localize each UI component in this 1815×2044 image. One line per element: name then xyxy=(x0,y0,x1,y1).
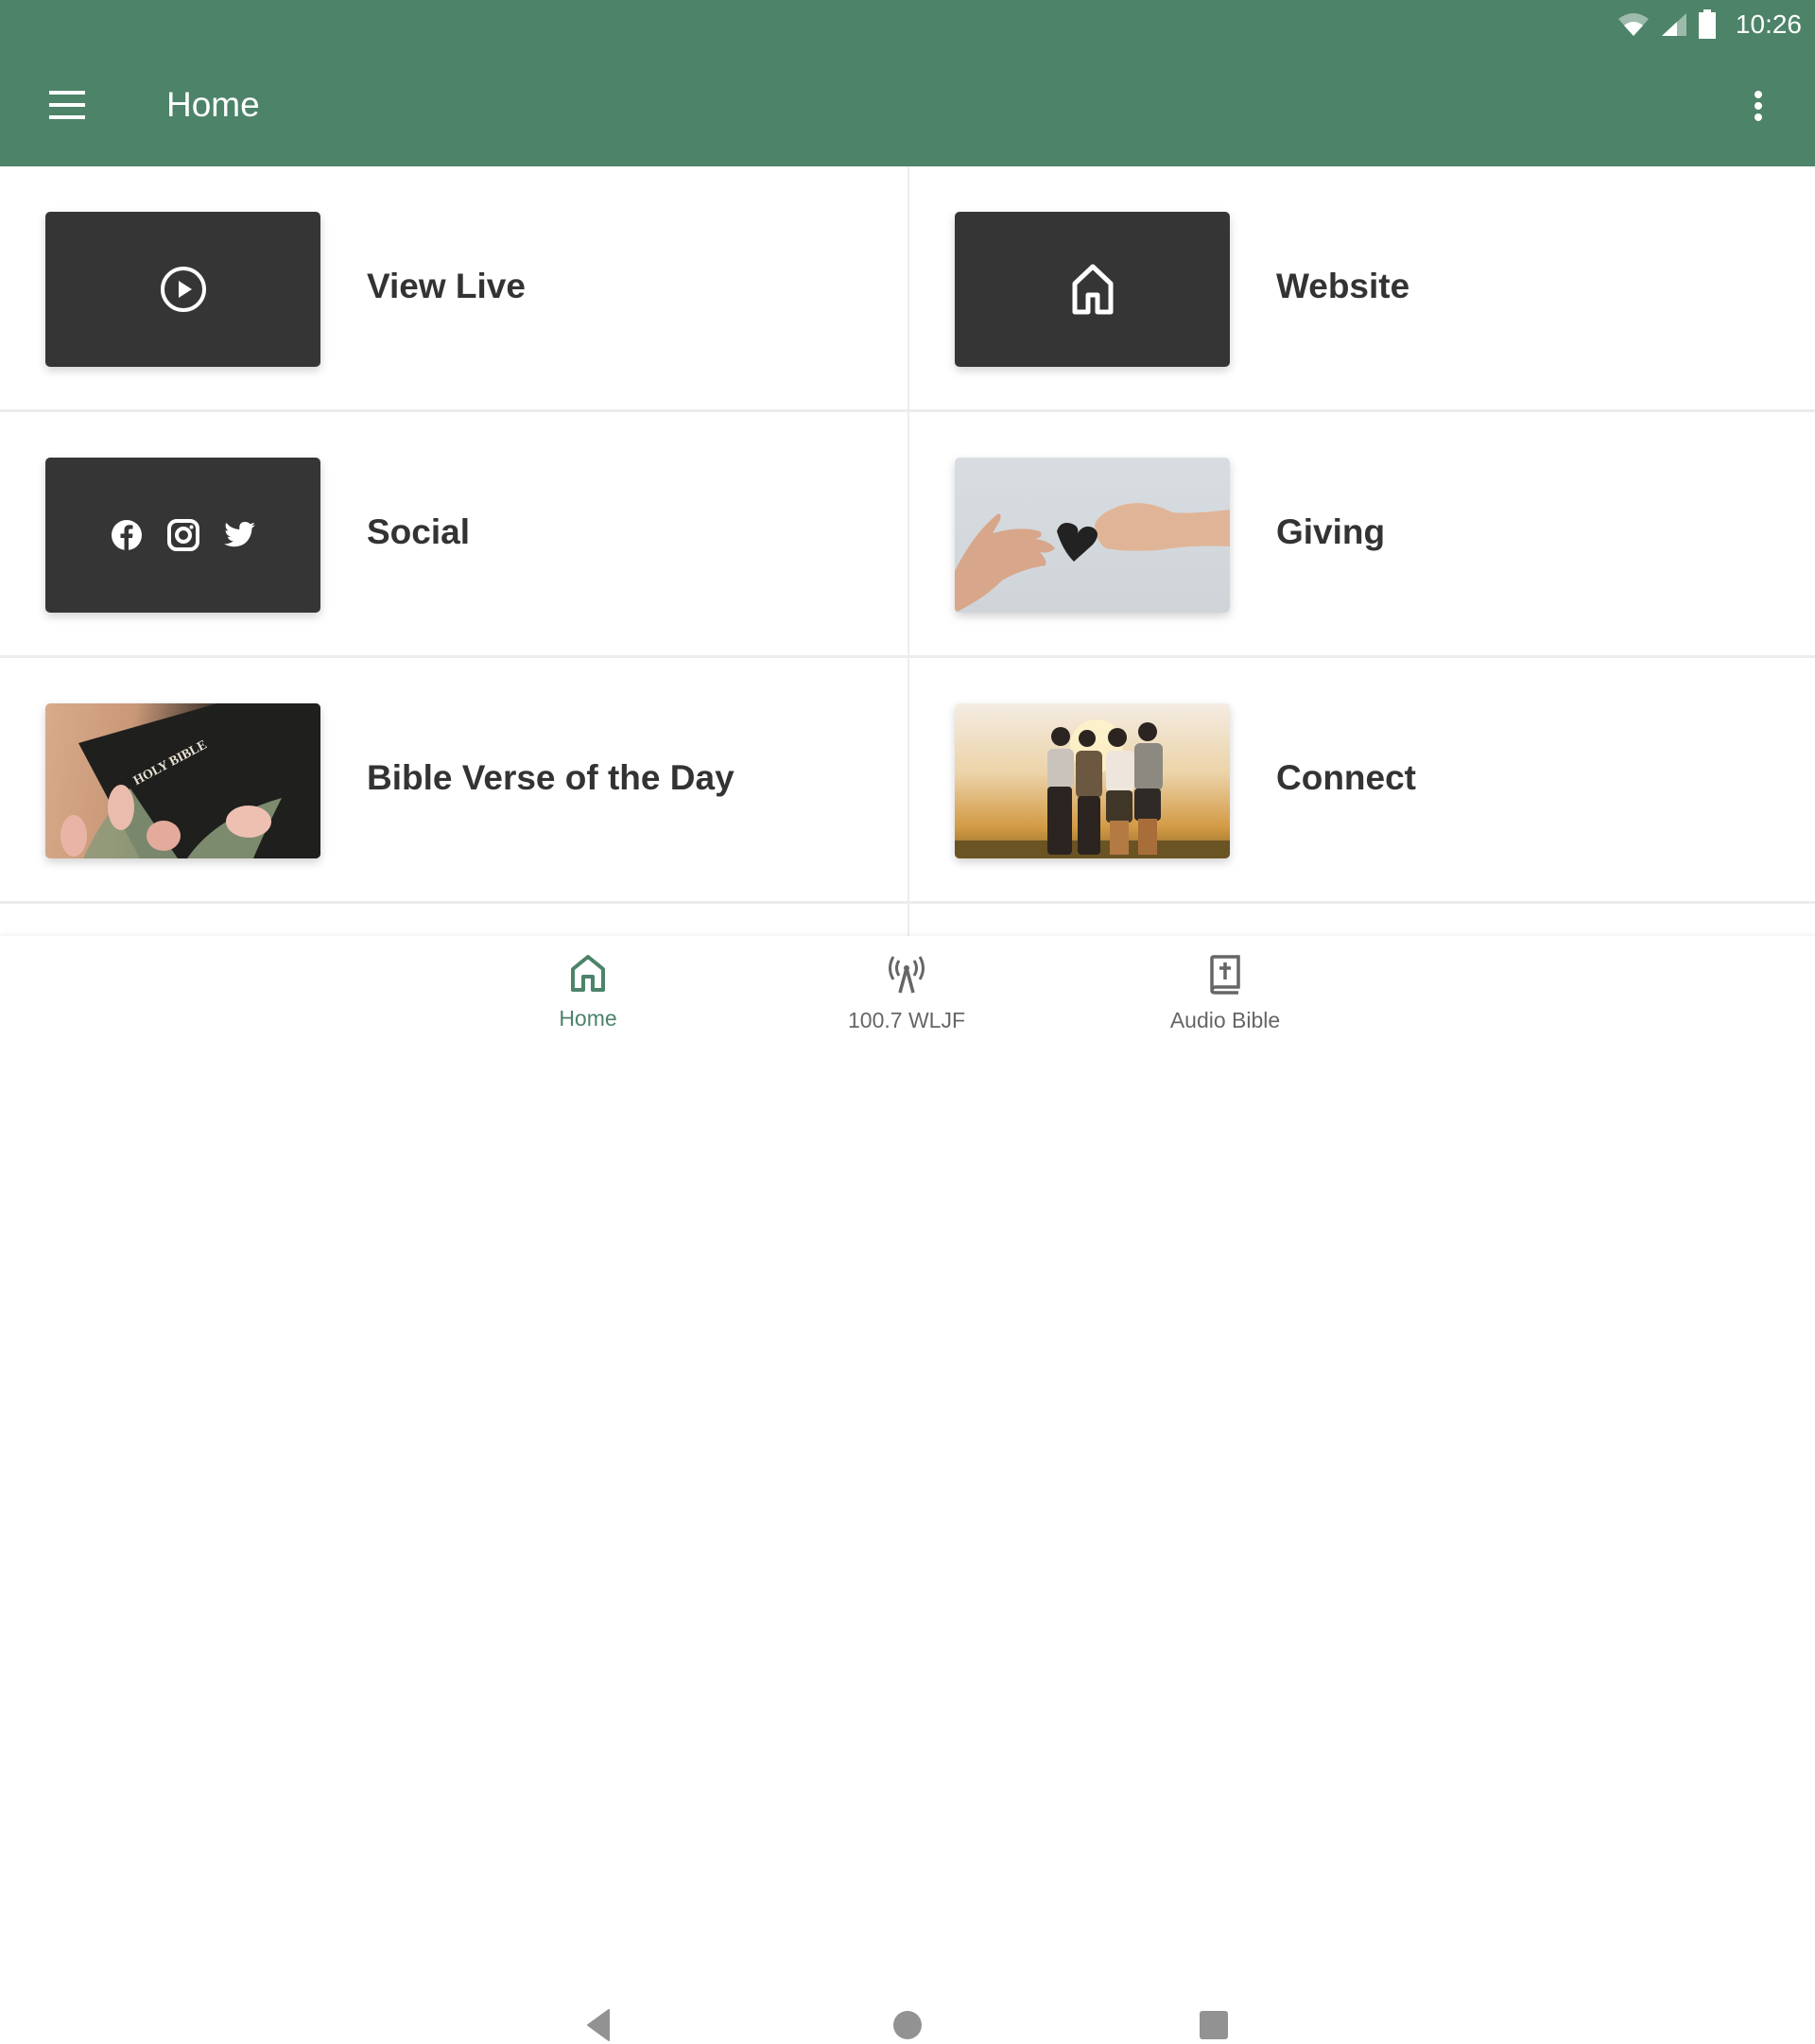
bible-photo: HOLY BIBLE xyxy=(45,703,320,858)
nav-label: 100.7 WLJF xyxy=(848,1008,965,1032)
more-vertical-icon[interactable] xyxy=(1747,89,1770,123)
back-icon[interactable] xyxy=(580,2006,618,2044)
friends-sunset-image xyxy=(955,719,1230,858)
nav-audio-bible[interactable]: Audio Bible xyxy=(1112,936,1339,1042)
hands-heart-image xyxy=(955,503,1230,613)
tile-label: Bible Verse of the Day xyxy=(367,758,735,797)
home-outline-icon xyxy=(1072,264,1113,315)
tile-grid: View Live Website Social Giving HOLY BIB… xyxy=(0,166,1815,936)
tile-label: Connect xyxy=(1276,758,1416,797)
facebook-icon xyxy=(111,520,142,551)
tile-label: Social xyxy=(367,512,470,551)
battery-icon xyxy=(1698,9,1716,39)
nav-radio[interactable]: 100.7 WLJF xyxy=(793,936,1020,1042)
home-icon xyxy=(571,955,605,992)
bottom-navigation: Home 100.7 WLJF Audio Bible xyxy=(0,936,1815,2041)
tile-website[interactable]: Website xyxy=(909,166,1815,410)
tile-label: Giving xyxy=(1276,512,1386,551)
recents-icon[interactable] xyxy=(1195,2006,1233,2044)
nav-home[interactable]: Home xyxy=(475,936,701,1042)
status-bar: 10:26 xyxy=(1616,6,1802,43)
tile-bible-verse[interactable]: HOLY BIBLE Bible Verse of the Day xyxy=(0,658,906,902)
tile-label: Website xyxy=(1276,267,1410,305)
tile-social[interactable]: Social xyxy=(0,412,906,656)
hamburger-menu-icon[interactable] xyxy=(49,91,87,119)
tile-view-live[interactable]: View Live xyxy=(0,166,906,410)
wifi-icon xyxy=(1617,13,1649,36)
tile-giving[interactable]: Giving xyxy=(909,412,1815,656)
nav-label: Home xyxy=(559,1006,617,1031)
giving-photo xyxy=(955,458,1230,613)
tile-thumbnail xyxy=(955,212,1230,367)
twitter-icon xyxy=(223,522,255,547)
status-time: 10:26 xyxy=(1735,9,1802,39)
home-circle-icon[interactable] xyxy=(889,2006,926,2044)
play-circle-icon xyxy=(160,267,206,312)
radio-tower-icon xyxy=(889,956,925,994)
nav-label: Audio Bible xyxy=(1169,1008,1281,1032)
tile-connect[interactable]: Connect xyxy=(909,658,1815,902)
holy-bible-image: HOLY BIBLE xyxy=(60,703,320,858)
tile-thumbnail xyxy=(45,212,320,367)
cell-signal-icon xyxy=(1661,13,1686,36)
page-title: Home xyxy=(166,85,260,124)
instagram-icon xyxy=(166,519,199,551)
bible-icon xyxy=(1210,955,1240,995)
connect-photo xyxy=(955,703,1230,858)
app-bar: 10:26 Home xyxy=(0,0,1815,166)
tile-label: View Live xyxy=(367,267,526,305)
tile-thumbnail xyxy=(45,458,320,613)
